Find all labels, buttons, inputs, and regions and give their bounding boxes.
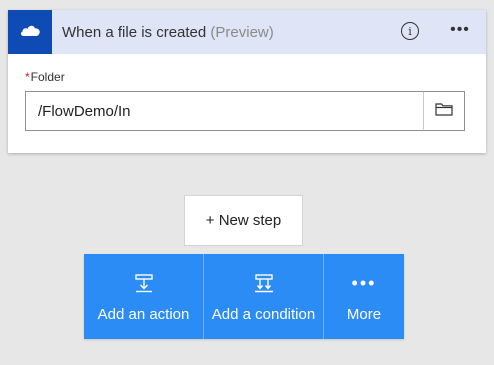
add-condition-icon <box>252 272 276 294</box>
trigger-card-header[interactable]: When a file is created (Preview) i ••• <box>8 10 486 54</box>
more-options-icon[interactable]: ••• <box>448 22 472 40</box>
folder-field-label: *Folder <box>25 70 65 84</box>
trigger-title-text: When a file is created <box>62 24 207 41</box>
trigger-title: When a file is created (Preview) <box>62 24 274 41</box>
required-asterisk: * <box>25 70 30 84</box>
trigger-title-preview-tag: (Preview) <box>210 24 274 41</box>
info-icon[interactable]: i <box>401 22 419 40</box>
info-glyph: i <box>408 24 412 38</box>
more-label: More <box>346 306 382 323</box>
folder-input[interactable] <box>25 91 423 131</box>
trigger-card: When a file is created (Preview) i ••• *… <box>8 10 486 153</box>
add-condition-button[interactable]: Add a condition <box>204 254 324 339</box>
more-dots-icon: ••• <box>352 272 377 294</box>
new-step-button[interactable]: + New step <box>184 195 303 246</box>
folder-label-text: Folder <box>30 70 65 84</box>
flow-designer-canvas: When a file is created (Preview) i ••• *… <box>0 0 494 365</box>
add-action-label: Add an action <box>97 306 190 323</box>
step-action-bar: Add an action Add a condition ••• More <box>84 254 404 339</box>
service-icon-tile <box>8 10 52 54</box>
add-condition-label: Add a condition <box>211 306 316 323</box>
more-dots-glyph: ••• <box>351 273 377 293</box>
more-button[interactable]: ••• More <box>324 254 404 339</box>
onedrive-cloud-icon <box>19 23 41 42</box>
add-action-button[interactable]: Add an action <box>84 254 204 339</box>
add-action-icon <box>133 272 155 294</box>
folder-icon <box>435 102 453 121</box>
folder-picker-button[interactable] <box>423 91 465 131</box>
